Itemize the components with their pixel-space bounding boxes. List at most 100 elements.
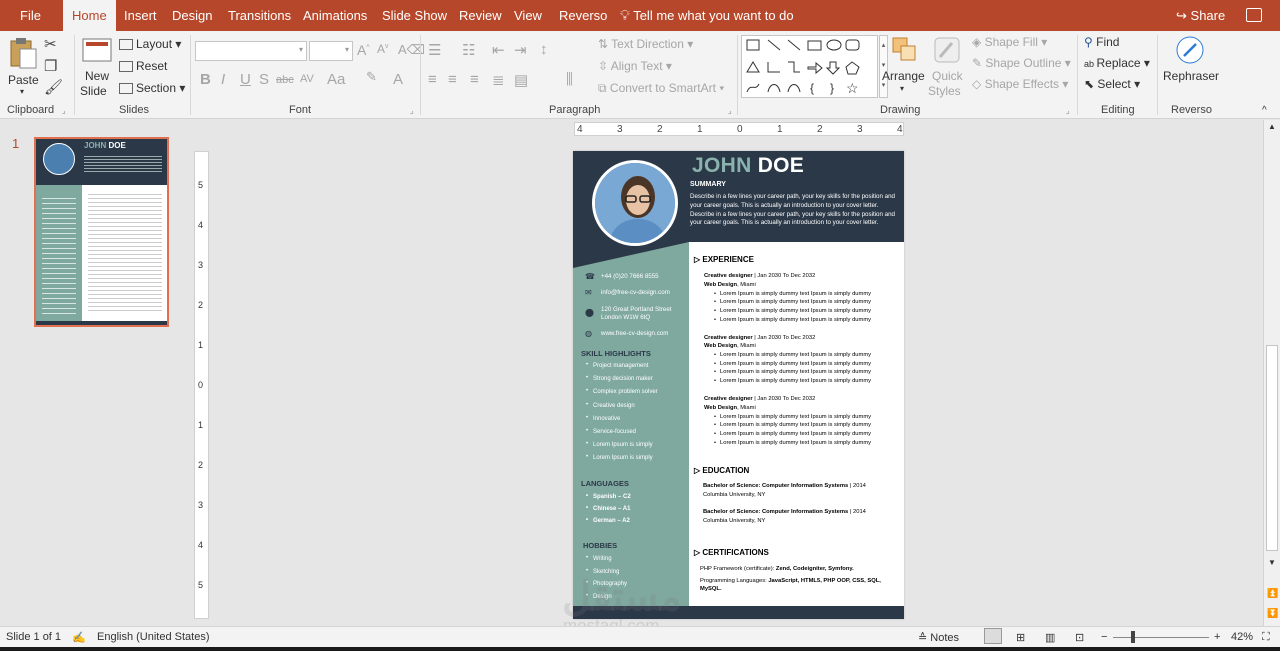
next-slide-icon[interactable]: ⏬ [1267, 608, 1278, 619]
justify-icon[interactable]: ≣ [492, 71, 505, 89]
slide-sorter-icon[interactable]: ⊞ [1016, 631, 1025, 644]
shapes-gallery[interactable]: {} ☆ [741, 35, 878, 98]
underline-button[interactable]: U [240, 71, 251, 88]
layout-button[interactable]: Layout ▾ [119, 37, 181, 51]
tab-file[interactable]: File [20, 0, 41, 31]
scroll-up-icon[interactable]: ▲ [1268, 122, 1276, 131]
education-school: Columbia University, NY [703, 517, 766, 524]
italic-button[interactable]: I [221, 71, 225, 88]
scrollbar-thumb[interactable] [1266, 345, 1278, 551]
line-spacing-icon[interactable]: ↕ [540, 41, 548, 58]
reading-view-icon[interactable]: ▥ [1045, 631, 1055, 644]
align-text-button[interactable]: ⇳ Align Text ▾ [598, 59, 672, 73]
slide-thumbnail[interactable]: JOHN DOE [34, 137, 169, 327]
replace-button[interactable]: ab Replace ▾ [1084, 56, 1150, 70]
fit-to-window-icon[interactable]: ⛶ [1262, 631, 1270, 644]
tell-me-search[interactable]: 💡︎ Tell me what you want to do [620, 0, 794, 31]
dialog-launcher-icon[interactable]: ⌟ [410, 106, 414, 115]
dialog-launcher-icon[interactable]: ⌟ [62, 106, 66, 115]
convert-smartart-button[interactable]: ⧉ Convert to SmartArt ▾ [598, 81, 724, 96]
font-color-button[interactable]: A [393, 71, 403, 88]
notes-icon: ≙ [918, 632, 931, 644]
shape-fill-button[interactable]: ◈ Shape Fill ▾ [972, 35, 1047, 49]
ruler-tick-label: 1 [697, 124, 703, 135]
share-button[interactable]: ↪ Share [1176, 0, 1225, 31]
tab-slideshow[interactable]: Slide Show [382, 0, 447, 31]
tab-transitions[interactable]: Transitions [228, 0, 291, 31]
vertical-scrollbar[interactable]: ▲ ▼ ⏫ ⏬ [1263, 120, 1280, 626]
shape-effects-button[interactable]: ◇ Shape Effects ▾ [972, 77, 1068, 91]
rephraser-button[interactable]: Rephraser [1162, 35, 1219, 95]
profile-photo[interactable] [592, 160, 678, 246]
job-company: Web Design [704, 281, 738, 288]
normal-view-icon[interactable] [984, 628, 1002, 644]
distributed-icon[interactable]: ▤ [514, 71, 528, 89]
shape-outline-button[interactable]: ✎ Shape Outline ▾ [972, 56, 1071, 70]
change-case-button[interactable]: Aa [327, 71, 345, 88]
comments-icon[interactable] [1246, 8, 1262, 22]
text-direction-button[interactable]: ⇅ Text Direction ▾ [598, 37, 693, 51]
decrease-indent-icon[interactable]: ⇤ [492, 41, 505, 59]
thumb-last-name: DOE [108, 141, 126, 150]
zoom-in-icon[interactable]: + [1214, 631, 1220, 643]
numbering-icon[interactable]: ☷ [462, 41, 475, 59]
reset-button[interactable]: Reset [119, 59, 167, 73]
font-size-select[interactable]: ▾ [309, 41, 353, 61]
dialog-launcher-icon[interactable]: ⌟ [728, 106, 732, 115]
ruler-tick-label: 4 [577, 124, 583, 135]
find-button[interactable]: ⚲ Find [1084, 35, 1119, 49]
scroll-down-icon[interactable]: ▼ [1268, 558, 1276, 567]
select-button[interactable]: ⬉ Select ▾ [1084, 77, 1140, 91]
highlight-icon[interactable]: ✎ [366, 69, 377, 85]
experience-heading-text: EXPERIENCE [702, 255, 754, 264]
tab-insert[interactable]: Insert [124, 0, 157, 31]
char-spacing-button[interactable]: AV [300, 73, 314, 85]
quick-styles-label-1: Quick [932, 69, 963, 83]
increase-indent-icon[interactable]: ⇥ [514, 41, 527, 59]
tab-animations[interactable]: Animations [303, 0, 367, 31]
shadow-button[interactable]: S [259, 71, 269, 88]
align-center-icon[interactable]: ≡ [448, 71, 457, 88]
quick-styles-button[interactable]: Quick Styles [928, 35, 968, 101]
language-status[interactable]: English (United States) [97, 631, 210, 643]
font-family-select[interactable]: ▾ [195, 41, 307, 61]
arrange-button[interactable]: Arrange ▾ [882, 35, 926, 101]
paste-button[interactable]: Paste ▾ [6, 35, 40, 99]
job-title-line: Creative designer | Jan 2030 To Dec 2032 [704, 335, 815, 341]
zoom-slider-thumb[interactable] [1131, 631, 1136, 643]
job-title: Creative designer [704, 273, 753, 279]
zoom-slider[interactable] [1113, 637, 1209, 638]
slideshow-icon[interactable]: ⊡ [1075, 631, 1084, 644]
collapse-ribbon-icon[interactable]: ^ [1262, 105, 1267, 116]
tab-review[interactable]: Review [459, 0, 502, 31]
tab-home[interactable]: Home [63, 0, 116, 31]
tab-view[interactable]: View [514, 0, 542, 31]
increase-font-icon[interactable]: A^ [357, 42, 370, 58]
cut-icon[interactable]: ✂ [44, 35, 57, 53]
align-left-icon[interactable]: ≡ [428, 71, 437, 88]
new-slide-button[interactable]: New Slide [80, 35, 116, 101]
zoom-out-icon[interactable]: − [1101, 631, 1107, 643]
clear-formatting-icon[interactable]: A⌫ [398, 42, 425, 58]
summary-text: Describe in a few lines your career path… [690, 193, 895, 227]
copy-icon[interactable]: ❐ [44, 57, 57, 75]
dialog-launcher-icon[interactable]: ⌟ [1066, 106, 1070, 115]
decrease-font-icon[interactable]: Av [377, 42, 389, 56]
bold-button[interactable]: B [200, 71, 211, 88]
strikethrough-button[interactable]: abc [276, 74, 294, 86]
slide-canvas[interactable]: JOHN DOE SUMMARY Describe in a few lines… [573, 151, 904, 619]
format-painter-icon[interactable]: 🖌︎ [44, 78, 63, 96]
align-right-icon[interactable]: ≡ [470, 71, 479, 88]
spellcheck-icon[interactable]: ✍ [72, 631, 86, 644]
tab-reverso[interactable]: Reverso [559, 0, 607, 31]
certification-2: Programming Languages: JavaScript, HTML5… [700, 577, 900, 593]
section-button[interactable]: Section ▾ [119, 81, 185, 95]
zoom-level[interactable]: 42% [1231, 631, 1253, 643]
notes-button[interactable]: ≙ Notes [918, 631, 959, 644]
columns-icon[interactable]: ⫼ [566, 71, 573, 88]
tab-design[interactable]: Design [172, 0, 212, 31]
job-city: , Miami [737, 343, 756, 349]
job-bullet: Lorem Ipsum is simply dummy text Ipsum i… [714, 361, 871, 367]
previous-slide-icon[interactable]: ⏫ [1267, 588, 1278, 599]
bullets-icon[interactable]: ☰ [428, 41, 441, 59]
